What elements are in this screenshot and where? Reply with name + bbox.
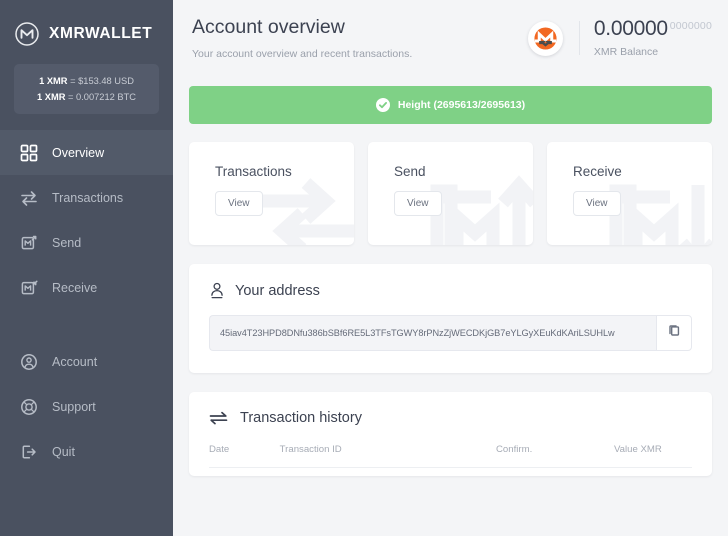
send-up-icon xyxy=(20,234,38,252)
view-button[interactable]: View xyxy=(394,191,442,216)
address-panel-header: Your address xyxy=(209,282,692,299)
grid-icon xyxy=(20,144,38,162)
card-send[interactable]: Send View xyxy=(368,142,533,245)
copy-address-button[interactable] xyxy=(656,315,692,351)
user-circle-icon xyxy=(20,353,38,371)
sync-status-bar: Height (2695613/2695613) xyxy=(189,86,712,124)
nav-divider-gap xyxy=(0,310,173,339)
balance-label: XMR Balance xyxy=(593,46,659,58)
balance-values: 0.00000 0000000 XMR Balance xyxy=(593,18,712,59)
sidebar-item-label: Quit xyxy=(52,444,75,459)
page-title: Account overview xyxy=(192,16,345,38)
exchange-arrows-icon xyxy=(209,411,228,425)
page-heading-group: Account overview Your account overview a… xyxy=(189,14,528,60)
card-title: Receive xyxy=(573,164,622,179)
copy-icon xyxy=(667,323,682,343)
card-title: Transactions xyxy=(215,164,292,179)
sidebar-item-send[interactable]: Send xyxy=(0,220,173,265)
page-header: Account overview Your account overview a… xyxy=(189,0,712,86)
balance-fraction: 0000000 xyxy=(669,19,712,32)
address-row: 45iav4T23HPD8DNfu386bSBf6RE5L3TFsTGWY8rP… xyxy=(209,315,692,351)
card-receive[interactable]: Receive View xyxy=(547,142,712,245)
transaction-table: Date Transaction ID Confirm. Value XMR xyxy=(209,444,692,468)
exchange-arrows-icon xyxy=(20,189,38,207)
address-panel-title: Your address xyxy=(235,282,320,299)
brand[interactable]: XMRWALLET xyxy=(0,0,173,52)
monero-logo-icon xyxy=(527,20,563,56)
exchange-rates: 1 XMR = $153.48 USD 1 XMR = 0.007212 BTC xyxy=(14,64,159,114)
address-panel: Your address 45iav4T23HPD8DNfu386bSBf6RE… xyxy=(189,264,712,373)
receive-down-icon xyxy=(20,279,38,297)
column-value-xmr: Value XMR xyxy=(614,444,692,468)
main-content: Account overview Your account overview a… xyxy=(173,0,728,536)
sidebar-item-account[interactable]: Account xyxy=(0,339,173,384)
logout-icon xyxy=(20,443,38,461)
sidebar-item-label: Support xyxy=(52,399,96,414)
rate-usd: 1 XMR = $153.48 USD xyxy=(39,76,134,86)
sidebar-item-label: Transactions xyxy=(52,190,124,205)
balance-main: 0.00000 xyxy=(593,17,668,40)
brand-name: XMRWALLET xyxy=(49,25,153,42)
transaction-table-head: Date Transaction ID Confirm. Value XMR xyxy=(209,444,692,468)
rate-btc: 1 XMR = 0.007212 BTC xyxy=(37,92,136,102)
sidebar-item-support[interactable]: Support xyxy=(0,384,173,429)
sidebar-item-quit[interactable]: Quit xyxy=(0,429,173,474)
quick-action-cards: Transactions View Send View Receive View xyxy=(189,142,712,245)
card-transactions[interactable]: Transactions View xyxy=(189,142,354,245)
check-circle-icon xyxy=(375,98,390,112)
card-title: Send xyxy=(394,164,426,179)
sidebar-item-transactions[interactable]: Transactions xyxy=(0,175,173,220)
view-button[interactable]: View xyxy=(573,191,621,216)
sidebar-item-label: Overview xyxy=(52,145,105,160)
sidebar-item-overview[interactable]: Overview xyxy=(0,130,173,175)
address-input[interactable]: 45iav4T23HPD8DNfu386bSBf6RE5L3TFsTGWY8rP… xyxy=(209,315,656,351)
transaction-history-panel: Transaction history Date Transaction ID … xyxy=(189,392,712,476)
transaction-history-header: Transaction history xyxy=(209,410,692,426)
sidebar-item-receive[interactable]: Receive xyxy=(0,265,173,310)
sidebar: XMRWALLET 1 XMR = $153.48 USD 1 XMR = 0.… xyxy=(0,0,173,536)
sidebar-nav-primary: Overview Transactions Send Receive Accou… xyxy=(0,130,173,474)
balance-amount: 0.00000 0000000 xyxy=(594,18,712,40)
lifebuoy-icon xyxy=(20,398,38,416)
table-header-row: Date Transaction ID Confirm. Value XMR xyxy=(209,444,692,468)
app-root: XMRWALLET 1 XMR = $153.48 USD 1 XMR = 0.… xyxy=(0,0,728,536)
sidebar-item-label: Receive xyxy=(52,280,98,295)
user-pin-icon xyxy=(209,282,225,299)
transaction-history-title: Transaction history xyxy=(240,410,362,426)
header-divider xyxy=(578,21,580,55)
balance-widget: 0.00000 0000000 XMR Balance xyxy=(527,14,712,59)
column-date: Date xyxy=(209,444,280,468)
sidebar-item-label: Account xyxy=(52,354,98,369)
xmr-logo-icon xyxy=(14,21,40,47)
column-confirmations: Confirm. xyxy=(496,444,614,468)
column-transaction-id: Transaction ID xyxy=(279,444,496,468)
sidebar-item-label: Send xyxy=(52,235,82,250)
page-subtitle: Your account overview and recent transac… xyxy=(192,48,413,60)
sync-status-label: Height (2695613/2695613) xyxy=(397,99,526,111)
view-button[interactable]: View xyxy=(215,191,263,216)
